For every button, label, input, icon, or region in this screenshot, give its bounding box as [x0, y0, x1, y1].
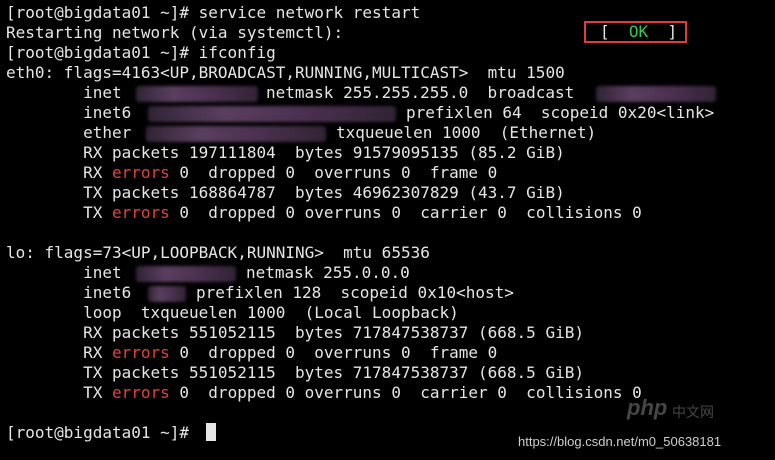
ok-bracket-close: ]: [648, 22, 678, 41]
terminal-line: eth0: flags=4163<UP,BROADCAST,RUNNING,MU…: [6, 63, 565, 82]
errors-label: errors: [111, 163, 170, 182]
redacted-ip: [136, 266, 236, 282]
terminal-line: TX packets 551052115 bytes 717847538737 …: [6, 363, 584, 382]
terminal-line: loop txqueuelen 1000 (Local Loopback): [6, 303, 459, 322]
terminal-line: inet6: [6, 283, 132, 302]
terminal-line: inet: [6, 83, 122, 102]
terminal-line: [root@bigdata01 ~]# ifconfig: [6, 43, 276, 62]
errors-label: errors: [111, 203, 170, 222]
watermark-url: https://blog.csdn.net/m0_50638181: [518, 434, 722, 449]
terminal-line: RX errors 0 dropped 0 overruns 0 frame 0: [6, 343, 498, 362]
terminal-line: inet: [6, 263, 122, 282]
ok-status: [ OK ]: [600, 22, 677, 42]
terminal-line: netmask 255.0.0.0: [246, 263, 410, 282]
terminal-line: RX errors 0 dropped 0 overruns 0 frame 0: [6, 163, 498, 182]
redacted-ipv6: [148, 286, 186, 302]
terminal-line: txqueuelen 1000 (Ethernet): [336, 123, 597, 142]
terminal-line: TX packets 168864787 bytes 46962307829 (…: [6, 183, 565, 202]
redacted-ipv6: [148, 106, 396, 122]
terminal-line: RX packets 197111804 bytes 91579095135 (…: [6, 143, 565, 162]
terminal-line: TX errors 0 dropped 0 overruns 0 carrier…: [6, 203, 642, 222]
terminal-line: RX packets 551052115 bytes 717847538737 …: [6, 323, 584, 342]
terminal-line: Restarting network (via systemctl):: [6, 23, 344, 42]
terminal-cursor: [206, 423, 216, 441]
terminal-line: lo: flags=73<UP,LOOPBACK,RUNNING> mtu 65…: [6, 243, 430, 262]
terminal-line: TX errors 0 dropped 0 overruns 0 carrier…: [6, 383, 642, 402]
terminal-line: prefixlen 64 scopeid 0x20<link>: [406, 103, 715, 122]
redacted-ip: [136, 86, 258, 102]
terminal-prompt[interactable]: [root@bigdata01 ~]#: [6, 423, 199, 443]
watermark-logo-cn: 中文网: [672, 404, 714, 420]
errors-label: errors: [111, 343, 170, 362]
terminal-line: prefixlen 128 scopeid 0x10<host>: [196, 283, 514, 302]
terminal-line: [root@bigdata01 ~]# service network rest…: [6, 3, 421, 22]
ok-bracket-open: [: [600, 22, 629, 41]
terminal-line: netmask 255.255.255.0 broadcast: [266, 83, 575, 102]
watermark-logo: php: [627, 395, 668, 420]
redacted-broadcast: [596, 86, 716, 102]
errors-label: errors: [111, 383, 170, 402]
terminal-window[interactable]: [root@bigdata01 ~]# service network rest…: [0, 0, 775, 460]
redacted-mac: [146, 126, 326, 142]
terminal-line: ether: [6, 123, 132, 142]
ok-label: OK: [628, 22, 649, 41]
terminal-line: inet6: [6, 103, 132, 122]
